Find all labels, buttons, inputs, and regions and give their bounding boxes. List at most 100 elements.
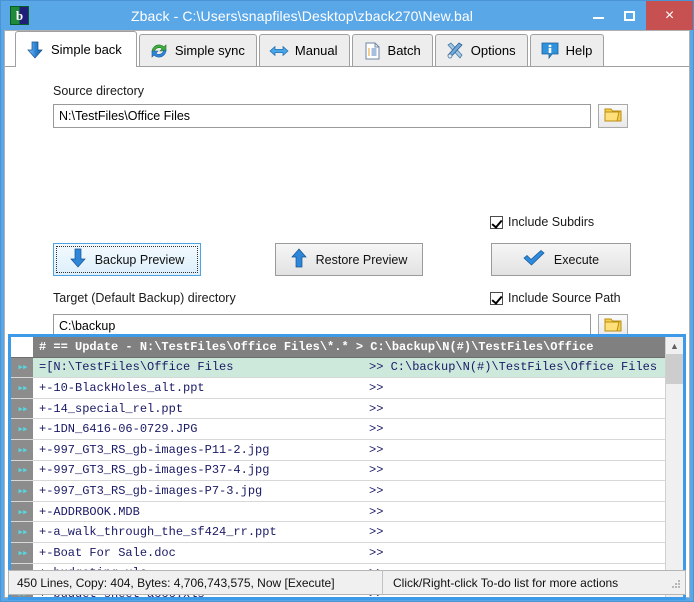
double-chevron-icon[interactable]: ▸▸ <box>11 460 33 481</box>
source-browse-button[interactable] <box>598 104 628 128</box>
row-target: >> <box>369 525 384 540</box>
include-source-path-checkbox[interactable]: Include Source Path <box>490 291 621 305</box>
table-row[interactable]: ▸▸ +-Boat For Sale.doc >> <box>11 542 665 564</box>
double-chevron-icon[interactable]: ▸▸ <box>11 439 33 460</box>
tab-label: Options <box>470 43 516 58</box>
table-row[interactable]: ▸▸ =[N:\TestFiles\Office Files >> C:\bac… <box>11 357 665 379</box>
row-target: >> <box>369 545 384 560</box>
checkbox-check-icon <box>490 215 503 229</box>
row-source: =[N:\TestFiles\Office Files <box>39 360 234 375</box>
status-hint: Click/Right-click To-do list for more ac… <box>393 575 619 590</box>
include-subdirs-checkbox[interactable]: Include Subdirs <box>490 215 594 229</box>
status-bar: 450 Lines, Copy: 404, Bytes: 4,706,743,5… <box>8 570 686 595</box>
table-row[interactable]: ▸▸ +-997_GT3_RS_gb-images-P37-4.jpg >> <box>11 460 665 482</box>
todo-list-header-row: # == Update - N:\TestFiles\Office Files\… <box>11 337 665 358</box>
tab-batch[interactable]: Batch <box>351 34 433 66</box>
window-controls: × <box>583 1 693 30</box>
info-icon <box>540 41 560 61</box>
include-source-path-label: Include Source Path <box>508 291 621 305</box>
source-directory-label: Source directory <box>53 84 145 98</box>
maximize-icon <box>624 10 635 21</box>
source-directory-input[interactable]: N:\TestFiles\Office Files <box>53 104 591 128</box>
tab-label: Simple back <box>51 42 122 57</box>
table-row[interactable]: ▸▸ +-1DN_6416-06-0729.JPG >> <box>11 419 665 440</box>
double-chevron-icon[interactable]: ▸▸ <box>11 542 33 563</box>
table-row[interactable]: ▸▸ +-14_special_rel.ppt >> <box>11 398 665 420</box>
double-chevron-icon[interactable]: ▸▸ <box>11 378 33 398</box>
down-arrow-icon <box>25 40 45 60</box>
double-chevron-icon[interactable]: ▸▸ <box>11 398 33 419</box>
double-chevron-icon[interactable]: ▸▸ <box>11 419 33 439</box>
application-window: b Zback - C:\Users\snapfiles\Desktop\zba… <box>0 0 694 602</box>
tab-manual[interactable]: Manual <box>258 34 350 66</box>
tab-options[interactable]: Options <box>434 34 528 66</box>
tab-simple-sync[interactable]: Simple sync <box>138 34 257 66</box>
close-icon: × <box>664 6 675 24</box>
row-source: +-997_GT3_RS_gb-images-P11-2.jpg <box>39 442 270 457</box>
maximize-button[interactable] <box>613 1 646 30</box>
row-target: >> <box>369 380 384 395</box>
blue-check-icon <box>523 248 545 271</box>
todo-list-rows[interactable]: # == Update - N:\TestFiles\Office Files\… <box>11 337 665 597</box>
double-chevron-icon[interactable]: ▸▸ <box>11 522 33 542</box>
tab-label: Manual <box>294 43 338 58</box>
double-chevron-icon[interactable]: ▸▸ <box>11 357 33 378</box>
tab-strip: Simple back Simple sync Manual Batch Opt… <box>5 31 689 67</box>
table-row[interactable]: ▸▸ +-997_GT3_RS_gb-images-P11-2.jpg >> <box>11 439 665 461</box>
tab-label: Simple sync <box>174 43 245 58</box>
status-stats: 450 Lines, Copy: 404, Bytes: 4,706,743,5… <box>9 571 383 594</box>
checkbox-check-icon <box>490 291 503 305</box>
folder-icon <box>604 107 622 125</box>
table-row[interactable]: ▸▸ +-997_GT3_RS_gb-images-P7-3.jpg >> <box>11 481 665 502</box>
row-source: +-a_walk_through_the_sf424_rr.ppt <box>39 525 277 540</box>
row-target: >> <box>369 401 384 416</box>
minimize-icon <box>592 17 604 19</box>
document-list-icon <box>362 41 382 61</box>
tab-label: Batch <box>387 43 421 58</box>
execute-button[interactable]: Execute <box>491 243 631 276</box>
table-row[interactable]: ▸▸ +-a_walk_through_the_sf424_rr.ppt >> <box>11 522 665 543</box>
minimize-button[interactable] <box>583 1 613 30</box>
title-bar[interactable]: b Zback - C:\Users\snapfiles\Desktop\zba… <box>1 1 693 30</box>
row-source: +-14_special_rel.ppt <box>39 401 184 416</box>
row-source: +-1DN_6416-06-0729.JPG <box>39 422 198 437</box>
include-subdirs-label: Include Subdirs <box>508 215 595 229</box>
row-target: >> <box>369 422 384 437</box>
todo-list-panel[interactable]: # == Update - N:\TestFiles\Office Files\… <box>8 334 686 600</box>
left-right-arrow-icon <box>269 41 289 61</box>
table-row[interactable]: ▸▸ +-ADDRBOOK.MDB >> <box>11 501 665 523</box>
button-label: Restore Preview <box>315 252 408 267</box>
client-area: Simple back Simple sync Manual Batch Opt… <box>4 30 690 600</box>
row-source: +-ADDRBOOK.MDB <box>39 504 140 519</box>
scrollbar-thumb[interactable] <box>666 354 683 384</box>
row-gutter <box>11 337 33 357</box>
button-label: Execute <box>553 252 600 267</box>
row-source: +-Boat For Sale.doc <box>39 545 176 560</box>
up-arrow-icon <box>290 248 307 271</box>
row-source: +-997_GT3_RS_gb-images-P37-4.jpg <box>39 463 270 478</box>
simple-back-panel: Source directory N:\TestFiles\Office Fil… <box>5 67 689 375</box>
sync-arrows-icon <box>149 41 169 61</box>
close-button[interactable]: × <box>646 1 693 30</box>
target-directory-label: Target (Default Backup) directory <box>53 291 236 305</box>
list-vertical-scrollbar[interactable]: ▲ ▼ <box>665 337 683 597</box>
row-target: >> C:\backup\N(#)\TestFiles\Office Files <box>369 360 658 375</box>
app-icon-zback: b <box>10 6 29 25</box>
row-source: +-10-BlackHoles_alt.ppt <box>39 380 205 395</box>
row-target: >> <box>369 442 384 457</box>
table-row[interactable]: ▸▸ +-10-BlackHoles_alt.ppt >> <box>11 378 665 399</box>
row-target: >> <box>369 463 384 478</box>
button-label: Backup Preview <box>94 252 185 267</box>
scrollbar-track[interactable] <box>666 354 683 580</box>
double-chevron-icon[interactable]: ▸▸ <box>11 501 33 522</box>
tab-help[interactable]: Help <box>529 34 605 66</box>
restore-preview-button[interactable]: Restore Preview <box>275 243 423 276</box>
resize-grip-icon[interactable] <box>668 576 682 590</box>
tab-simple-back[interactable]: Simple back <box>15 31 137 67</box>
double-chevron-icon[interactable]: ▸▸ <box>11 481 33 501</box>
backup-preview-button[interactable]: Backup Preview <box>53 243 201 276</box>
row-target: >> <box>369 504 384 519</box>
folder-icon <box>604 317 622 335</box>
chevron-up-icon[interactable]: ▲ <box>666 337 683 354</box>
header-text: # == Update - N:\TestFiles\Office Files\… <box>39 339 594 354</box>
